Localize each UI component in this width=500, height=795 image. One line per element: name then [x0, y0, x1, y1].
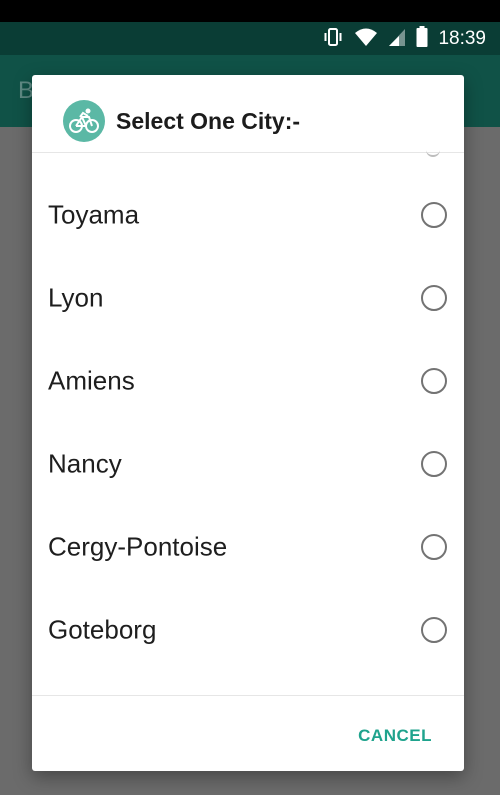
city-list[interactable]: Toyama Lyon Amiens Nancy Cergy-Pontoise …	[32, 153, 464, 693]
list-item-toyama[interactable]: Toyama	[32, 173, 464, 256]
status-bar-top	[0, 0, 500, 22]
radio-button[interactable]	[421, 533, 447, 560]
vibrate-icon	[322, 26, 344, 53]
list-item-label: Goteborg	[48, 614, 157, 644]
dialog-header: Select One City:-	[32, 75, 464, 153]
wifi-icon	[354, 27, 378, 52]
list-item-amiens[interactable]: Amiens	[32, 339, 464, 422]
scroll-indicator	[426, 149, 440, 157]
dialog-title: Select One City:-	[116, 108, 301, 134]
status-icons: 18:39	[322, 25, 486, 53]
list-item-label: Amiens	[48, 365, 135, 395]
list-item-label: Cergy-Pontoise	[48, 531, 228, 561]
list-item-nancy[interactable]: Nancy	[32, 422, 464, 505]
list-item-lyon[interactable]: Lyon	[32, 256, 464, 339]
signal-icon	[388, 27, 406, 52]
list-item-label: Lyon	[48, 282, 104, 312]
radio-button[interactable]	[421, 284, 447, 311]
status-bar: 18:39	[0, 0, 500, 55]
list-item-goteborg[interactable]: Goteborg	[32, 588, 464, 671]
city-select-dialog: Select One City:- Toyama Lyon Amiens Nan…	[32, 75, 464, 771]
dialog-footer: CANCEL	[32, 695, 464, 771]
battery-icon	[416, 25, 428, 53]
status-time: 18:39	[438, 28, 486, 49]
radio-button[interactable]	[421, 201, 447, 228]
list-item-label: Toyama	[48, 199, 140, 229]
radio-button[interactable]	[421, 367, 447, 394]
list-item-label: Nancy	[48, 448, 122, 478]
radio-button[interactable]	[421, 450, 447, 477]
cancel-button[interactable]: CANCEL	[358, 726, 432, 746]
radio-button[interactable]	[421, 616, 447, 643]
screen: 18:39 B Select One City:- Toyama Lyon Am…	[0, 0, 500, 795]
bicycle-icon	[63, 100, 105, 142]
list-item-cergy-pontoise[interactable]: Cergy-Pontoise	[32, 505, 464, 588]
